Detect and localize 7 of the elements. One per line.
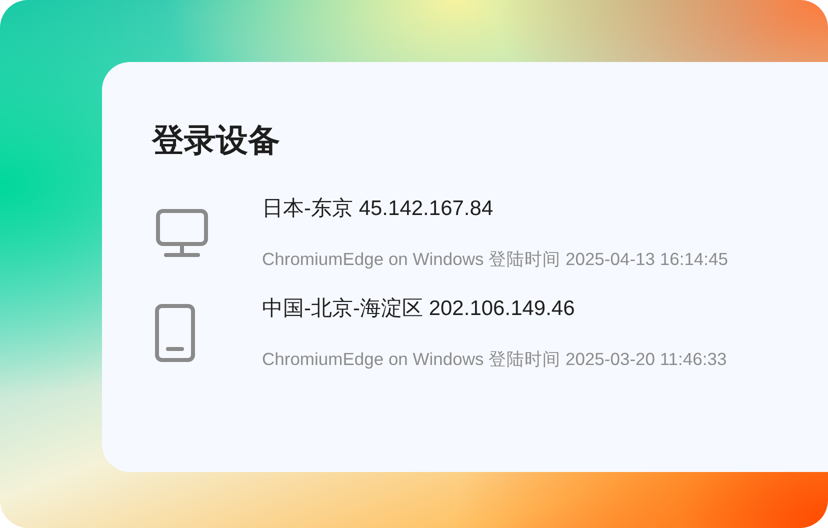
device-detail: ChromiumEdge on Windows 登陆时间 2025-03-20 11:46:33 xyxy=(262,348,727,371)
device-location: 中国-北京-海淀区 202.106.149.46 xyxy=(262,296,576,322)
device-location: 日本-东京 45.142.167.84 xyxy=(262,196,494,222)
phone-icon xyxy=(155,304,195,362)
device-detail: ChromiumEdge on Windows 登陆时间 2025-04-13 16:14:45 xyxy=(262,248,728,271)
card-title: 登录设备 xyxy=(152,121,281,160)
monitor-icon xyxy=(155,208,209,258)
